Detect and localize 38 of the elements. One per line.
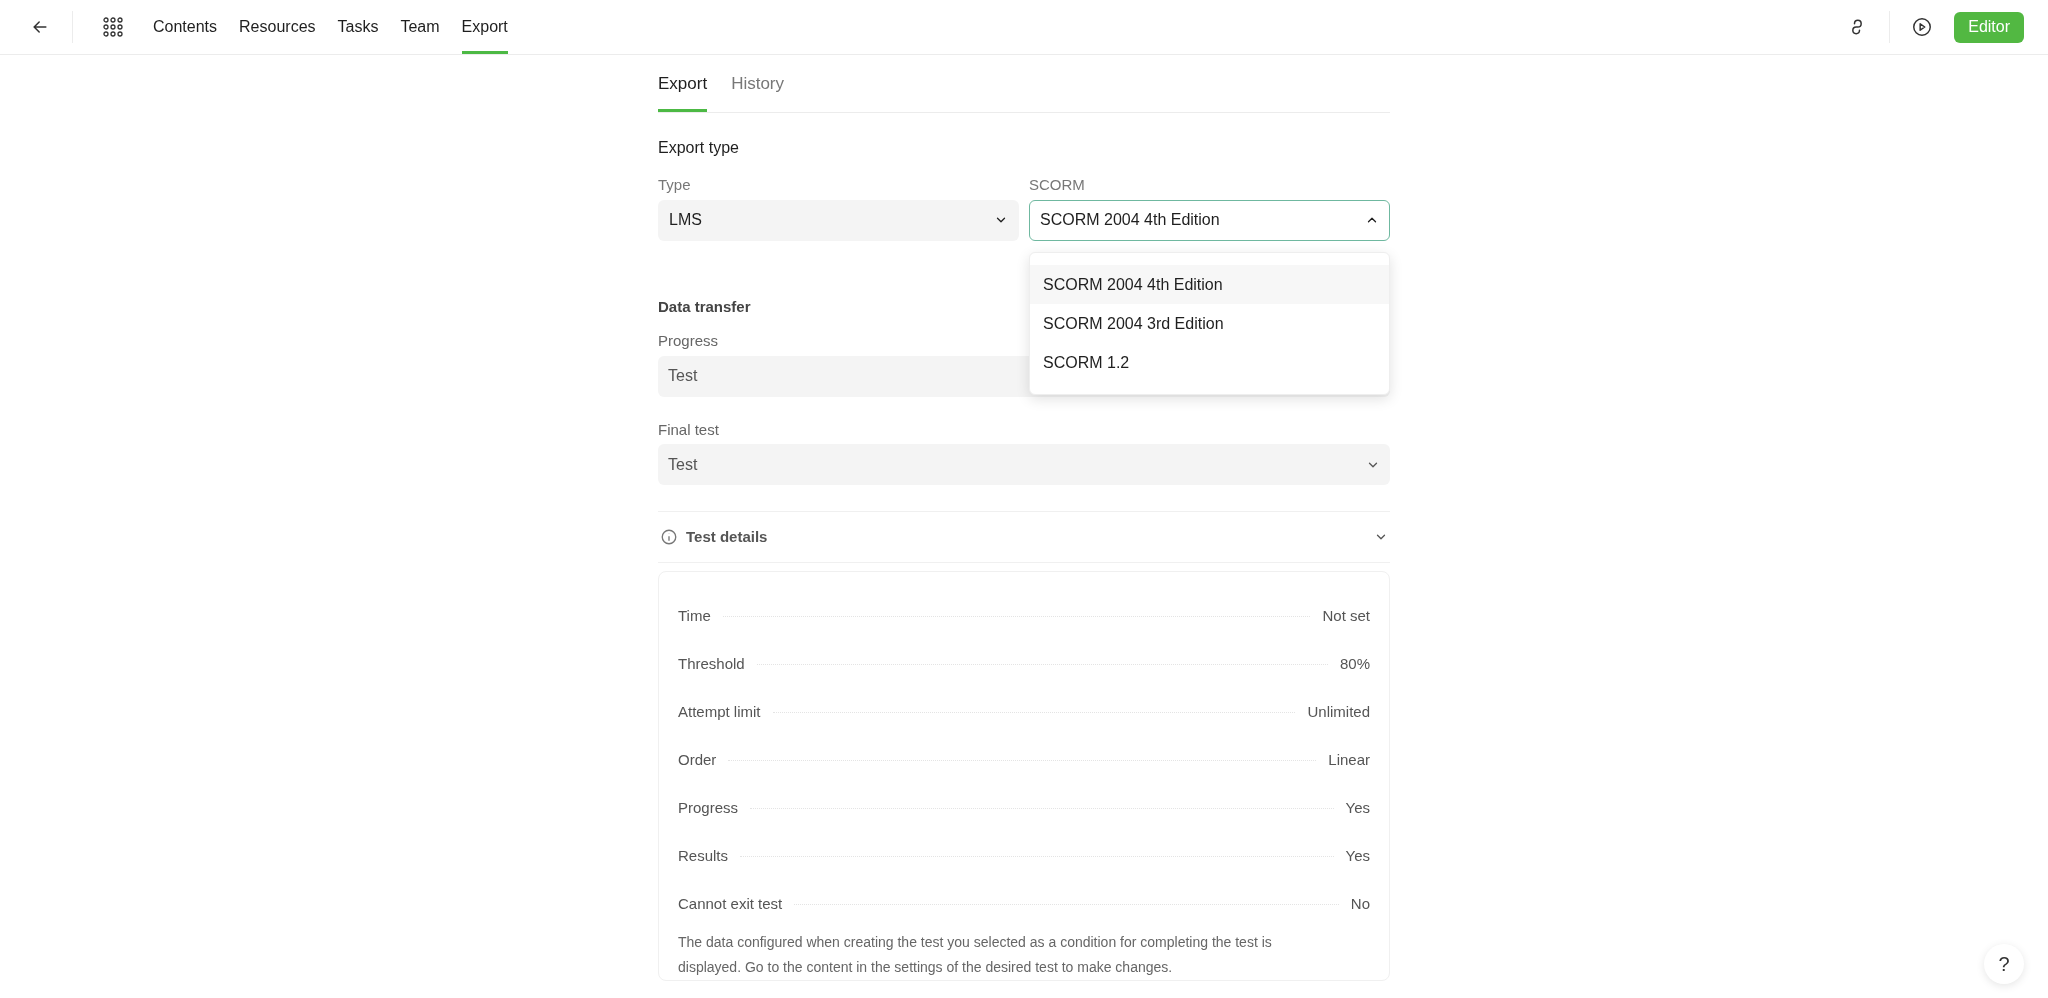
- dropdown-option[interactable]: SCORM 2004 4th Edition: [1030, 265, 1389, 304]
- detail-label: Time: [678, 605, 711, 626]
- detail-value: Unlimited: [1307, 701, 1370, 722]
- detail-value: Yes: [1345, 797, 1370, 818]
- detail-label: Order: [678, 749, 717, 770]
- detail-label: Results: [678, 845, 729, 866]
- dropdown-option[interactable]: SCORM 2004 3rd Edition: [1030, 304, 1389, 343]
- detail-value: Linear: [1328, 749, 1370, 770]
- apps-grid-icon: [103, 17, 123, 37]
- section-heading: Export type: [658, 138, 740, 158]
- detail-label: Cannot exit test: [678, 893, 783, 914]
- detail-value: 80%: [1339, 653, 1370, 674]
- detail-label: Progress: [678, 797, 739, 818]
- detail-value: Not set: [1322, 605, 1370, 626]
- nav-tab[interactable]: Resources: [239, 0, 316, 54]
- field-label: Type: [658, 175, 692, 195]
- accordion-header[interactable]: Test details: [658, 512, 1390, 562]
- nav-tab[interactable]: Tasks: [337, 0, 379, 54]
- nav-tab[interactable]: Export: [461, 0, 508, 54]
- detail-value: No: [1350, 893, 1370, 914]
- details-note: The data configured when creating the test you selected as a condition for completing the test is displayed. Go to the content in the settings of the desired test to make changes.: [678, 933, 1273, 977]
- field-label: Progress: [658, 331, 720, 351]
- select-field[interactable]: SCORM 2004 4th Edition: [1029, 199, 1390, 241]
- help-button[interactable]: ?: [1984, 944, 2024, 984]
- field-label: SCORM: [1029, 175, 1086, 195]
- select-field[interactable]: LMS: [658, 199, 1019, 241]
- field-label: Final test: [658, 419, 720, 440]
- detail-label: Attempt limit: [678, 701, 761, 722]
- select-field[interactable]: Test: [658, 444, 1390, 485]
- detail-label: Threshold: [678, 653, 745, 674]
- nav-tab[interactable]: Contents: [153, 0, 218, 54]
- play-icon: [1911, 16, 1934, 38]
- section-heading: Data transfer: [658, 296, 752, 317]
- tab[interactable]: Export: [658, 55, 708, 112]
- tab[interactable]: History: [731, 55, 785, 112]
- nav-tab[interactable]: Team: [400, 0, 440, 54]
- info-icon: [660, 528, 678, 546]
- detail-value: Yes: [1345, 845, 1370, 866]
